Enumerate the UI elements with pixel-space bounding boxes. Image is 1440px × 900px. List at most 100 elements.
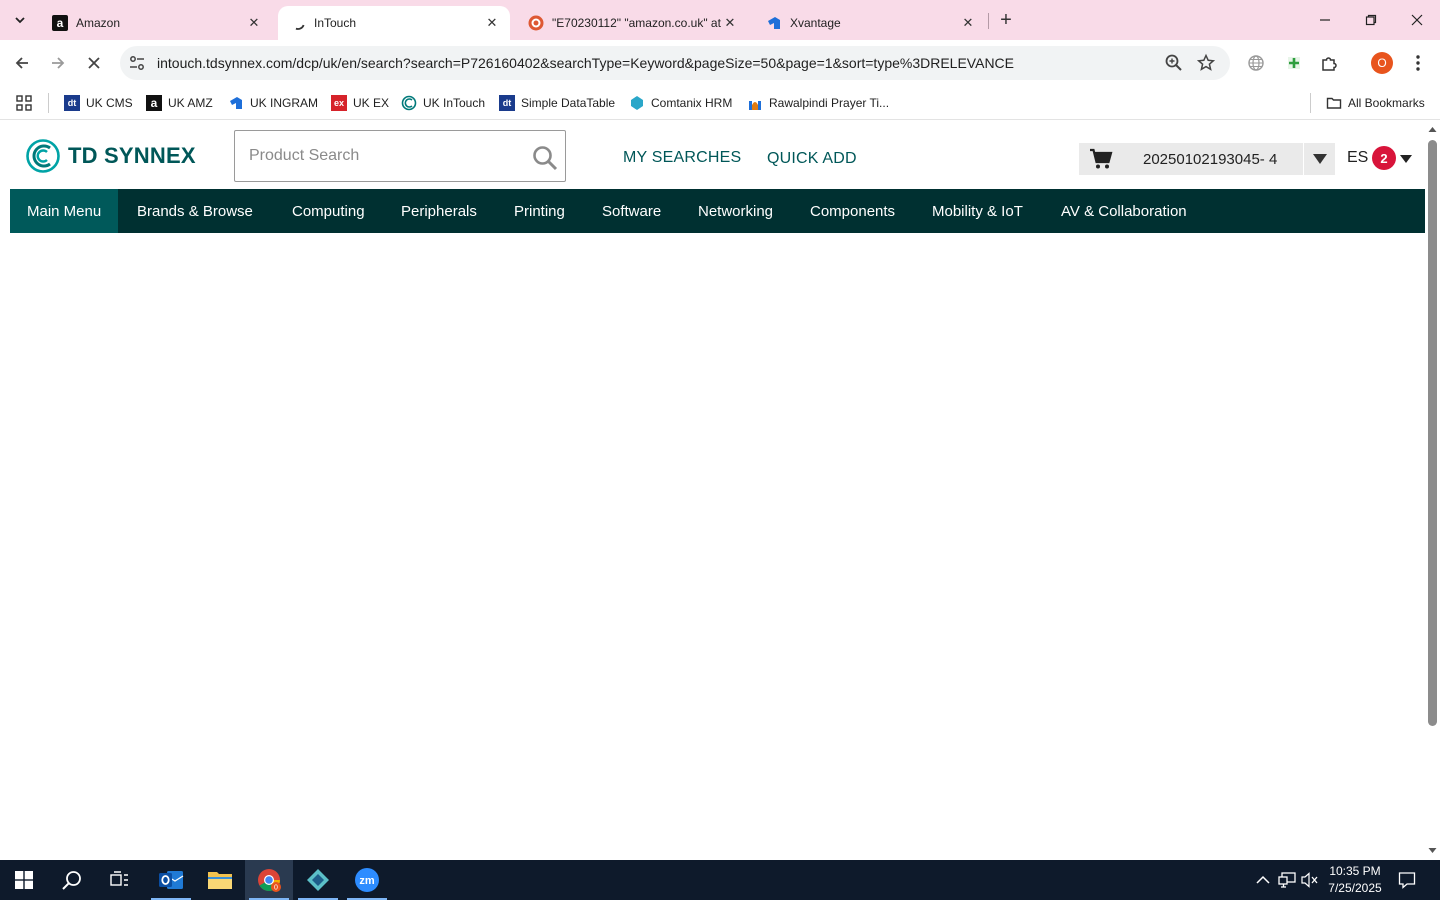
taskbar-chrome[interactable]: 0 xyxy=(245,860,293,900)
minimize-button[interactable] xyxy=(1302,0,1348,40)
taskbar-zoom[interactable]: zm xyxy=(343,860,391,900)
amazon-icon: a xyxy=(146,95,162,111)
site-info-icon[interactable] xyxy=(128,54,146,72)
bookmark-uk-ingram[interactable]: UK INGRAM xyxy=(228,92,318,114)
bookmark-simple-datatable[interactable]: dt Simple DataTable xyxy=(499,92,615,114)
taskbar-outlook[interactable] xyxy=(147,860,195,900)
stop-loading-button[interactable] xyxy=(80,49,108,77)
taskbar-clock[interactable]: 10:35 PM 7/25/2025 xyxy=(1322,863,1388,897)
duckduckgo-icon xyxy=(528,15,544,31)
main-navigation: Main Menu Brands & Browse Computing Peri… xyxy=(10,189,1425,233)
tab-search-button[interactable] xyxy=(8,8,32,32)
zoom-app-icon: zm xyxy=(355,868,379,892)
browser-menu-button[interactable] xyxy=(1404,49,1432,77)
zoom-icon[interactable] xyxy=(1164,53,1184,73)
td-synnex-logo[interactable]: TD SYNNEX xyxy=(26,139,196,173)
tab-xvantage[interactable]: Xvantage ✕ xyxy=(754,6,986,40)
diamond-app-icon xyxy=(307,869,329,891)
tab-title: "E70230112" "amazon.co.uk" at xyxy=(552,16,721,30)
close-icon[interactable]: ✕ xyxy=(960,15,976,31)
close-icon[interactable]: ✕ xyxy=(722,15,738,31)
scroll-up-arrow-icon[interactable] xyxy=(1428,125,1437,134)
network-tray-button[interactable] xyxy=(1278,871,1296,889)
bookmark-label: Comtanix HRM xyxy=(651,96,733,110)
url-text[interactable]: intouch.tdsynnex.com/dcp/uk/en/search?se… xyxy=(157,55,1014,71)
chevron-down-icon xyxy=(15,17,25,24)
taskbar-file-explorer[interactable] xyxy=(196,860,244,900)
folder-icon xyxy=(1326,95,1342,111)
cart-dropdown-button[interactable] xyxy=(1303,143,1335,175)
close-icon[interactable]: ✕ xyxy=(484,15,500,31)
chrome-profile-badge: 0 xyxy=(274,885,278,892)
nav-printing[interactable]: Printing xyxy=(514,189,565,233)
td-synnex-logo-icon xyxy=(26,139,60,173)
bookmark-label: UK CMS xyxy=(86,96,133,110)
close-window-button[interactable] xyxy=(1394,0,1440,40)
new-tab-button[interactable]: + xyxy=(994,8,1018,32)
close-icon xyxy=(88,57,100,69)
caret-down-icon[interactable] xyxy=(1400,155,1412,163)
bookmark-uk-intouch[interactable]: UK InTouch xyxy=(401,92,485,114)
browser-tab-strip: a Amazon ✕ InTouch ✕ "E70230112" "amazon… xyxy=(0,0,1440,40)
cart-selector[interactable]: 20250102193045- 4 xyxy=(1079,143,1335,175)
bookmark-uk-cms[interactable]: dt UK CMS xyxy=(64,92,133,114)
taskbar-search-button[interactable] xyxy=(48,860,96,900)
back-button[interactable] xyxy=(8,49,36,77)
bookmark-uk-amz[interactable]: a UK AMZ xyxy=(146,92,213,114)
user-initials[interactable]: ES xyxy=(1347,149,1368,167)
my-searches-link[interactable]: MY SEARCHES xyxy=(623,149,741,167)
bookmark-uk-ex[interactable]: ex UK EX xyxy=(331,92,389,114)
notification-center-button[interactable] xyxy=(1398,871,1416,889)
scroll-down-arrow-icon[interactable] xyxy=(1428,846,1437,855)
nav-peripherals[interactable]: Peripherals xyxy=(401,189,477,233)
notification-icon xyxy=(1398,872,1416,889)
plus-extension-icon xyxy=(1288,57,1300,69)
forward-button[interactable] xyxy=(44,49,72,77)
apps-grid-icon xyxy=(16,95,32,111)
profile-button[interactable]: O xyxy=(1368,49,1396,77)
volume-tray-button[interactable] xyxy=(1301,871,1319,889)
nav-computing[interactable]: Computing xyxy=(292,189,365,233)
clock-date: 7/25/2025 xyxy=(1328,881,1382,895)
restore-button[interactable] xyxy=(1348,0,1394,40)
close-icon[interactable]: ✕ xyxy=(246,15,262,31)
nav-brands-browse[interactable]: Brands & Browse xyxy=(137,189,253,233)
bookmark-comtanix-hrm[interactable]: Comtanix HRM xyxy=(629,92,732,114)
task-view-button[interactable] xyxy=(96,860,144,900)
apps-button[interactable] xyxy=(16,92,32,114)
tab-amazon[interactable]: a Amazon ✕ xyxy=(40,6,272,40)
tab-intouch[interactable]: InTouch ✕ xyxy=(278,6,510,40)
extension-button[interactable] xyxy=(1280,49,1308,77)
xvantage-icon xyxy=(766,15,782,31)
ex-icon: ex xyxy=(331,95,347,111)
product-search-input[interactable] xyxy=(249,145,519,167)
nav-software[interactable]: Software xyxy=(602,189,661,233)
nav-av-collaboration[interactable]: AV & Collaboration xyxy=(1061,189,1187,233)
quick-add-link[interactable]: QUICK ADD xyxy=(767,150,857,168)
nav-networking[interactable]: Networking xyxy=(698,189,773,233)
bookmark-label: UK InTouch xyxy=(423,96,486,110)
search-icon[interactable] xyxy=(531,144,559,172)
notification-badge[interactable]: 2 xyxy=(1372,146,1396,170)
chevron-up-icon xyxy=(1256,875,1270,884)
address-bar[interactable]: intouch.tdsynnex.com/dcp/uk/en/search?se… xyxy=(120,46,1230,80)
bookmark-star-icon[interactable] xyxy=(1196,53,1216,73)
nav-mobility-iot[interactable]: Mobility & IoT xyxy=(932,189,1023,233)
bookmarks-bar: dt UK CMS a UK AMZ UK INGRAM ex UK EX UK… xyxy=(0,86,1440,120)
bookmark-rawalpindi-prayer[interactable]: Rawalpindi Prayer Ti... xyxy=(747,92,889,114)
nav-components[interactable]: Components xyxy=(810,189,895,233)
bookmark-label: UK INGRAM xyxy=(250,96,319,110)
show-hidden-icons-button[interactable] xyxy=(1254,871,1272,889)
arrow-left-icon xyxy=(15,57,28,69)
extensions-button[interactable] xyxy=(1315,49,1343,77)
translate-extension-button[interactable] xyxy=(1242,49,1270,77)
all-bookmarks-button[interactable]: All Bookmarks xyxy=(1326,92,1425,114)
nav-main-menu[interactable]: Main Menu xyxy=(10,189,119,233)
dt-icon: dt xyxy=(64,95,80,111)
tab-duckduckgo-search[interactable]: "E70230112" "amazon.co.uk" at ✕ xyxy=(516,6,748,40)
tab-title: Xvantage xyxy=(790,16,841,30)
taskbar-app-diamond[interactable] xyxy=(294,860,342,900)
start-button[interactable] xyxy=(0,860,48,900)
avatar: O xyxy=(1371,52,1393,74)
scrollbar-thumb[interactable] xyxy=(1428,140,1437,726)
